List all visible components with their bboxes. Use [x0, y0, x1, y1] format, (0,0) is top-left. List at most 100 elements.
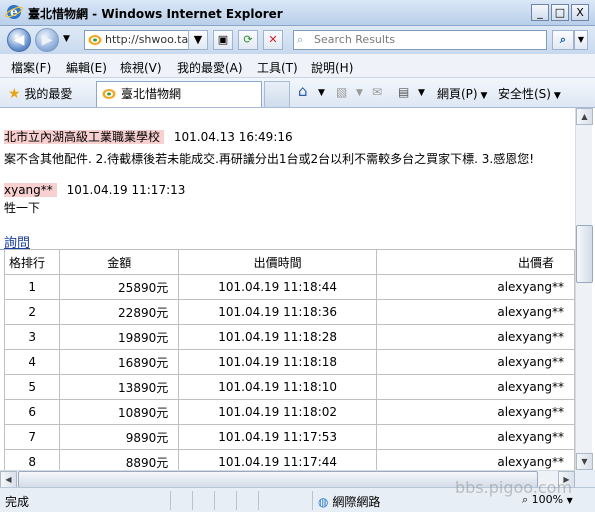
- search-input[interactable]: ⌕ Search Results: [293, 30, 547, 50]
- bidder-cell: alexyang**: [376, 399, 575, 425]
- vertical-scroll-thumb[interactable]: [576, 225, 593, 283]
- menu-bar: 檔案(F) 編輯(E) 檢視(V) 我的最愛(A) 工具(T) 說明(H): [0, 54, 595, 78]
- status-panel: [236, 491, 258, 510]
- mail-icon: ✉: [372, 85, 383, 99]
- refresh-button[interactable]: ⟳: [238, 30, 258, 50]
- table-row: 6 10890元 101.04.19 11:18:02 alexyang**: [3, 399, 575, 425]
- url-dropdown-button[interactable]: ▼: [188, 30, 208, 50]
- time-cell: 101.04.19 11:18:36: [178, 299, 377, 325]
- menu-edit[interactable]: 編輯(E): [66, 59, 107, 76]
- status-panel: [192, 491, 214, 510]
- status-panel: [258, 491, 312, 510]
- tab-active[interactable]: 臺北惜物網: [96, 81, 262, 107]
- bidder-cell: alexyang**: [376, 299, 575, 325]
- header-bidder: 出價者: [376, 249, 575, 275]
- scroll-corner: [575, 470, 595, 487]
- search-options-button[interactable]: ▼: [574, 30, 588, 50]
- mail-button[interactable]: ✉: [372, 85, 382, 99]
- status-panel: [214, 491, 236, 510]
- scroll-up-button[interactable]: ▲: [576, 108, 593, 125]
- title-bar: e 臺北惜物網 - Windows Internet Explorer _ □ …: [0, 0, 595, 26]
- refresh-icon: ⟳: [243, 33, 253, 46]
- table-row: 4 16890元 101.04.19 11:18:18 alexyang**: [3, 349, 575, 375]
- feeds-dropdown-icon[interactable]: ▼: [356, 88, 363, 98]
- rank-cell: 2: [3, 299, 61, 325]
- compatibility-icon: ▣: [217, 33, 229, 46]
- rank-cell: 7: [3, 424, 61, 450]
- time-cell: 101.04.19 11:17:44: [178, 449, 377, 470]
- scroll-left-button[interactable]: ◀: [0, 471, 17, 488]
- rank-cell: 1: [3, 274, 61, 300]
- amount-cell: 19890元: [59, 324, 180, 350]
- menu-tools[interactable]: 工具(T): [257, 59, 298, 76]
- rss-feed-icon: ▧: [336, 85, 348, 99]
- bidder-cell: alexyang**: [376, 349, 575, 375]
- time-cell: 101.04.19 11:18:44: [178, 274, 377, 300]
- security-zone[interactable]: ◍ 網際網路: [318, 493, 380, 510]
- buyer-message: 牲一下: [4, 201, 41, 215]
- stop-button[interactable]: ✕: [263, 30, 283, 50]
- time-cell: 101.04.19 11:18:10: [178, 374, 377, 400]
- table-row: 2 22890元 101.04.19 11:18:36 alexyang**: [3, 299, 575, 325]
- home-button[interactable]: ⌂: [298, 82, 308, 100]
- maximize-button[interactable]: □: [551, 4, 569, 21]
- search-placeholder: Search Results: [314, 33, 396, 46]
- rank-cell: 5: [3, 374, 61, 400]
- buyer-timestamp: 101.04.19 11:17:13: [66, 183, 186, 197]
- print-button[interactable]: ▤: [398, 85, 409, 99]
- table-row: 1 25890元 101.04.19 11:18:44 alexyang**: [3, 274, 575, 300]
- menu-help[interactable]: 說明(H): [311, 59, 353, 76]
- time-cell: 101.04.19 11:17:53: [178, 424, 377, 450]
- bidder-cell: alexyang**: [376, 374, 575, 400]
- search-icon: ⌕: [559, 33, 567, 46]
- bidder-cell: alexyang**: [376, 449, 575, 470]
- favorites-label: 我的最愛: [24, 87, 73, 101]
- amount-cell: 10890元: [59, 399, 180, 425]
- print-dropdown-icon[interactable]: ▼: [418, 88, 425, 98]
- favorites-bar: ★ 我的最愛 臺北惜物網 ⌂ ▼ ▧ ▼ ✉ ▤ ▼ 網頁(P) ▼ 安全性(S…: [0, 78, 595, 108]
- window-title: 臺北惜物網 - Windows Internet Explorer: [28, 7, 283, 21]
- menu-file[interactable]: 檔案(F): [11, 59, 51, 76]
- forward-button[interactable]: ▶: [35, 28, 59, 52]
- search-provider-icon: ⌕: [297, 33, 304, 46]
- rank-cell: 4: [3, 349, 61, 375]
- status-panel: [170, 491, 192, 510]
- tab-favicon-icon: [102, 89, 116, 99]
- scroll-down-button[interactable]: ▼: [576, 453, 593, 470]
- zone-label: 網際網路: [332, 495, 381, 509]
- amount-cell: 13890元: [59, 374, 180, 400]
- tab-title: 臺北惜物網: [121, 87, 182, 101]
- safety-menu-button[interactable]: 安全性(S) ▼: [498, 85, 561, 102]
- seller-name: 北市立內湖高級工業職業學校: [4, 130, 165, 144]
- favorites-button[interactable]: ★ 我的最愛: [8, 85, 72, 102]
- new-tab-button[interactable]: [264, 81, 290, 107]
- globe-icon: ◍: [318, 495, 329, 509]
- watermark: bbs.pigoo.com: [455, 478, 573, 497]
- bid-table: 格排行 金額 出價時間 出價者 1 25890元 101.04.19 11:18…: [3, 249, 575, 470]
- back-button[interactable]: ◀: [7, 28, 31, 52]
- minimize-button[interactable]: _: [531, 4, 549, 21]
- menu-view[interactable]: 檢視(V): [120, 59, 162, 76]
- bidder-cell: alexyang**: [376, 324, 575, 350]
- ie-logo-icon: e: [5, 5, 23, 19]
- page-content: 北市立內湖高級工業職業學校 101.04.13 16:49:16 案不含其他配件…: [0, 108, 575, 470]
- search-button[interactable]: ⌕: [552, 30, 574, 50]
- header-amount: 金額: [59, 249, 180, 275]
- feeds-button[interactable]: ▧: [336, 85, 347, 99]
- table-row: 7 9890元 101.04.19 11:17:53 alexyang**: [3, 424, 575, 450]
- table-row: 8 8890元 101.04.19 11:17:44 alexyang**: [3, 449, 575, 470]
- header-rank: 格排行: [3, 249, 61, 275]
- home-dropdown-icon[interactable]: ▼: [318, 88, 325, 98]
- close-button[interactable]: X: [571, 4, 589, 21]
- vertical-scrollbar[interactable]: ▲ ▼: [575, 108, 593, 470]
- rank-cell: 6: [3, 399, 61, 425]
- time-cell: 101.04.19 11:18:28: [178, 324, 377, 350]
- history-dropdown-icon[interactable]: ▼: [63, 34, 70, 44]
- menu-favorites[interactable]: 我的最愛(A): [177, 59, 243, 76]
- compatibility-button[interactable]: ▣: [213, 30, 233, 50]
- status-text: 完成: [5, 495, 30, 509]
- page-menu-button[interactable]: 網頁(P) ▼: [437, 85, 487, 102]
- printer-icon: ▤: [398, 85, 410, 99]
- buyer-name: xyang**: [4, 183, 57, 197]
- table-header-row: 格排行 金額 出價時間 出價者: [3, 249, 575, 275]
